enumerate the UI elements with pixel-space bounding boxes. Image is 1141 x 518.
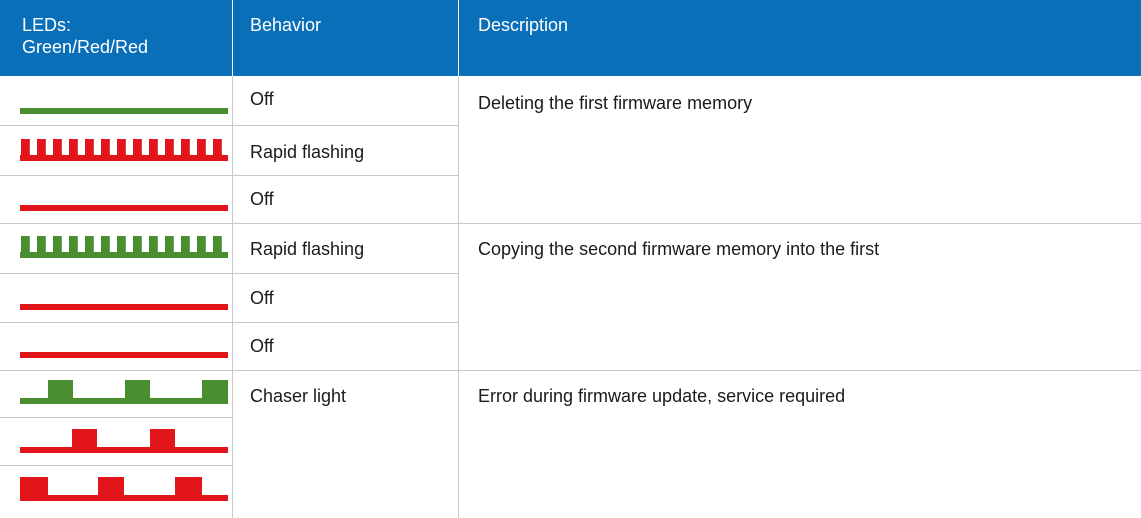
led-green-rapid-flash-graphic bbox=[20, 236, 228, 258]
led-red-steady-graphic bbox=[20, 352, 228, 358]
header-divider bbox=[458, 0, 459, 76]
column-divider bbox=[458, 76, 459, 518]
column-divider bbox=[232, 76, 233, 518]
led-green-chaser-graphic bbox=[20, 380, 228, 404]
led-red-steady-graphic bbox=[20, 304, 228, 310]
led-status-table: LEDs: Green/Red/Red Behavior Description… bbox=[0, 0, 1141, 518]
header-leds: LEDs: Green/Red/Red bbox=[22, 15, 149, 57]
table-header: LEDs: Green/Red/Red Behavior Description bbox=[0, 0, 1141, 76]
led-red-chaser-graphic bbox=[20, 429, 228, 453]
row-divider bbox=[0, 322, 458, 323]
row-divider bbox=[0, 125, 458, 126]
row-divider bbox=[0, 417, 232, 418]
header-description: Description bbox=[478, 15, 569, 35]
behavior-text: Rapid flashing bbox=[250, 142, 365, 162]
header-divider bbox=[232, 0, 233, 76]
group-divider bbox=[0, 223, 1141, 224]
row-divider bbox=[0, 273, 458, 274]
description-text: Error during firmware update, service re… bbox=[478, 386, 846, 406]
led-red-chaser-graphic bbox=[20, 477, 228, 501]
led-red-rapid-flash-graphic bbox=[20, 139, 228, 161]
behavior-text: Off bbox=[250, 189, 274, 209]
description-text: Copying the second firmware memory into … bbox=[478, 239, 880, 259]
row-divider bbox=[0, 465, 232, 466]
led-green-steady-graphic bbox=[20, 108, 228, 114]
row-divider bbox=[0, 175, 458, 176]
behavior-text: Off bbox=[250, 288, 274, 308]
group-divider bbox=[0, 370, 1141, 371]
header-behavior: Behavior bbox=[250, 15, 322, 35]
behavior-text: Rapid flashing bbox=[250, 239, 365, 259]
led-red-steady-graphic bbox=[20, 205, 228, 211]
description-text: Deleting the first firmware memory bbox=[478, 93, 753, 113]
behavior-text: Off bbox=[250, 89, 274, 109]
behavior-text: Off bbox=[250, 336, 274, 356]
behavior-text: Chaser light bbox=[250, 386, 347, 406]
